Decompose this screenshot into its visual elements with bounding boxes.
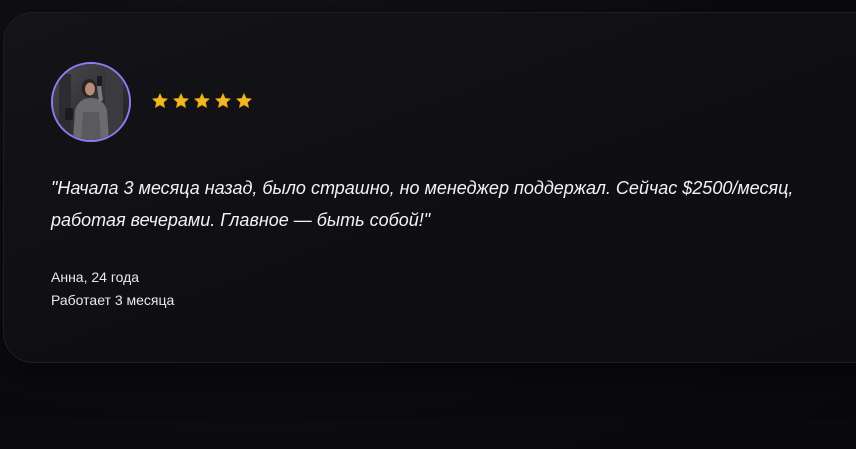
- rating-stars: [151, 92, 253, 110]
- testimonial-quote: "Начала 3 месяца назад, было страшно, но…: [51, 178, 794, 230]
- page: "Начала 3 месяца назад, было страшно, но…: [0, 0, 856, 449]
- author-meta: Работает 3 месяца: [51, 292, 175, 308]
- star-icon: [215, 93, 231, 108]
- star-icon: [152, 93, 168, 108]
- author-name: Анна, 24 года: [51, 269, 140, 285]
- avatar: [51, 62, 131, 142]
- star-icon: [194, 93, 210, 108]
- star-icon: [236, 93, 252, 108]
- star-icon: [173, 93, 189, 108]
- author-info: Анна, 24 года Работает 3 месяца: [51, 266, 174, 312]
